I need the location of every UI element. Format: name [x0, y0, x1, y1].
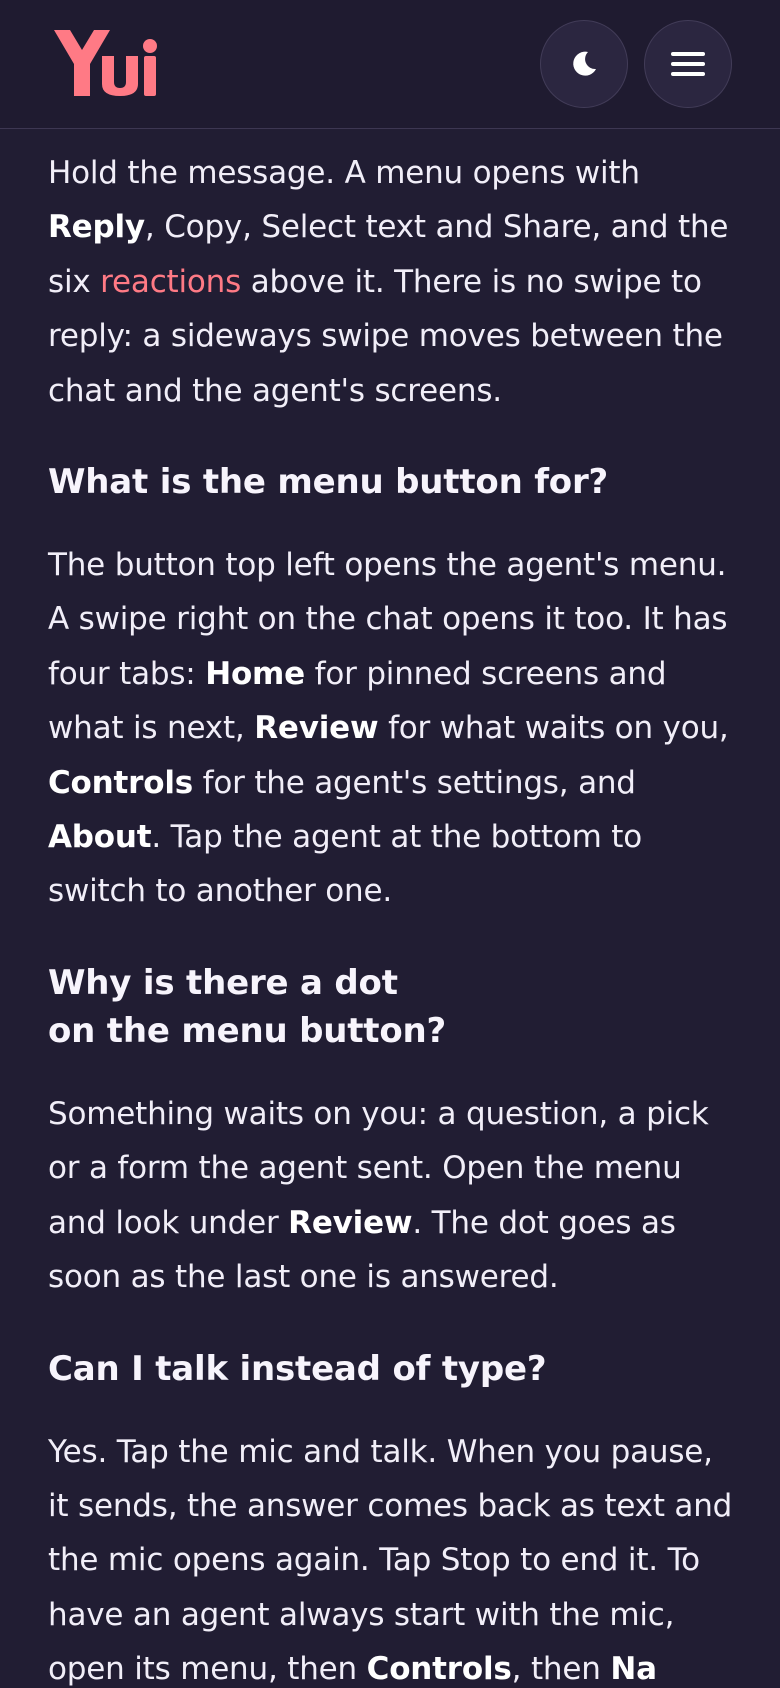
menu-button[interactable] [644, 20, 732, 108]
bold-term: Review [254, 710, 379, 747]
yui-logo-icon [54, 30, 157, 96]
answer-text: , then [511, 1651, 611, 1688]
question-heading: Can I talk instead of type? [48, 1348, 547, 1389]
bold-term: About [48, 819, 152, 856]
yui-logo[interactable] [48, 26, 158, 100]
answer-talk: Yes. Tap the mic and talk. When you paus… [48, 1425, 738, 1688]
bold-term: Home [205, 655, 305, 692]
question-heading: Why is there a dot on the menu button? [48, 959, 738, 1055]
bold-term: Controls [48, 764, 193, 801]
answer-text: Yes. Tap the mic and talk. When you paus… [48, 1433, 733, 1688]
top-bar [0, 0, 780, 129]
answer-text: for the agent's settings, and [193, 764, 636, 801]
answer-text: for what waits on you, [378, 710, 729, 747]
answer-menu-button: The button top left opens the agent's me… [48, 538, 738, 919]
answer-dot: Something waits on you: a question, a pi… [48, 1087, 738, 1305]
faq-content: Hold the message. A menu opens with Repl… [48, 128, 738, 1688]
question-heading: What is the menu button for? [48, 462, 609, 503]
answer-text: Hold the message. A menu opens with [48, 155, 640, 191]
bold-term: Na [610, 1651, 657, 1688]
moon-icon [573, 51, 596, 76]
heading-line: Why is there a dot [48, 962, 398, 1003]
hamburger-menu-icon [671, 52, 705, 76]
bold-term: Controls [366, 1651, 512, 1688]
answer-reply-menu: Hold the message. A menu opens with Repl… [48, 146, 738, 418]
reactions-link[interactable]: reactions [100, 264, 241, 300]
heading-line: on the menu button? [48, 1010, 447, 1051]
bold-term: Reply [48, 209, 145, 246]
theme-toggle-button[interactable] [540, 20, 628, 108]
bold-term: Review [288, 1204, 413, 1241]
